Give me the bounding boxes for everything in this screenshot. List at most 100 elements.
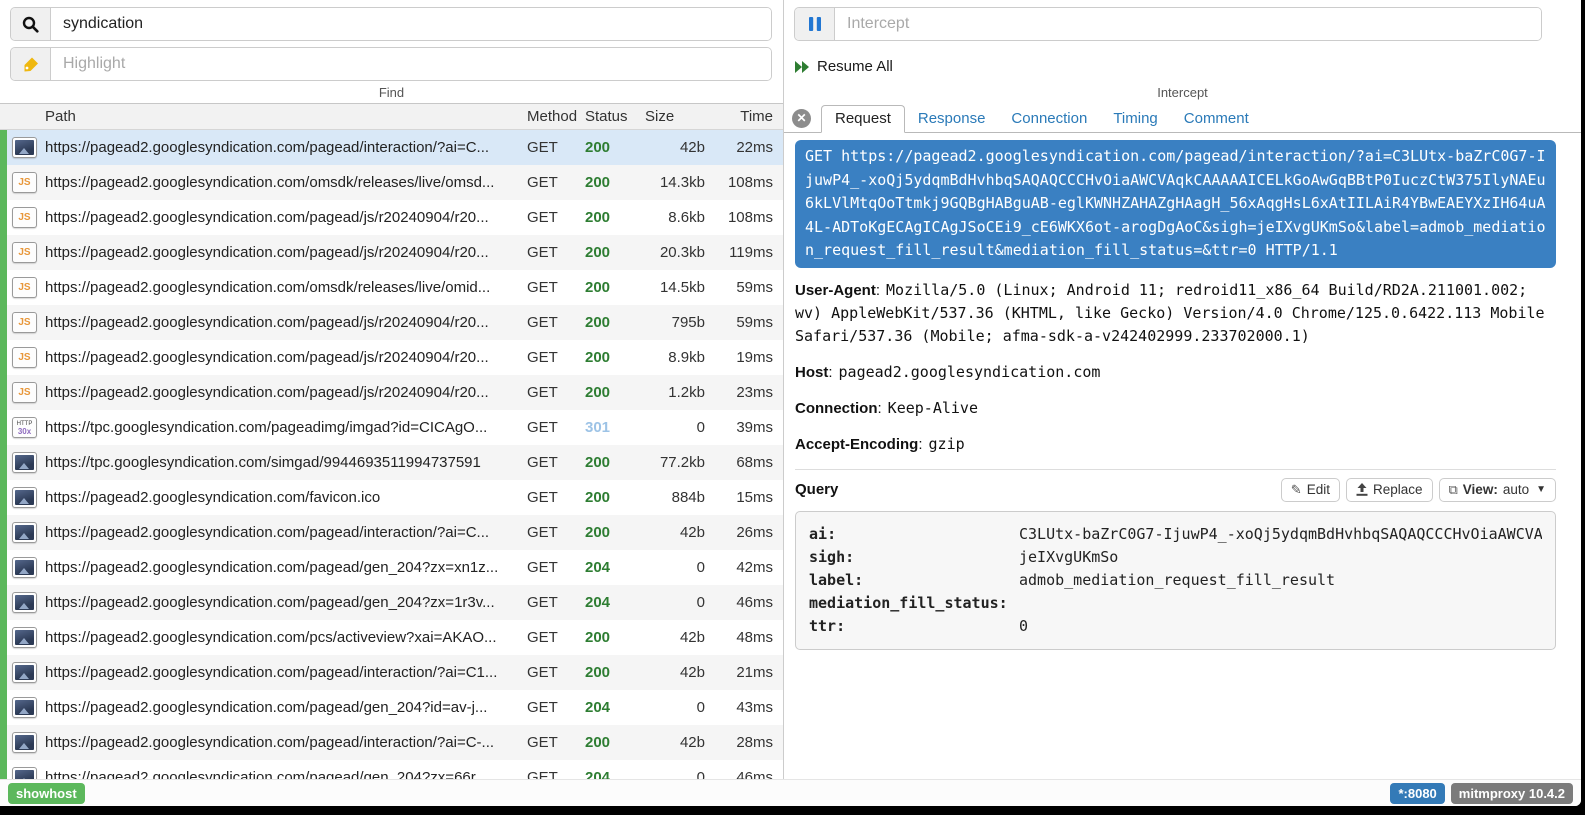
flow-time: 26ms (715, 524, 783, 541)
view-mode-button[interactable]: ⧉ View: auto ▼ (1439, 478, 1557, 502)
flow-status: 200 (585, 629, 643, 646)
resume-all-label: Resume All (817, 58, 893, 75)
column-header-time[interactable]: Time (715, 108, 783, 125)
column-header-size[interactable]: Size (643, 108, 715, 125)
resume-all-button[interactable]: Resume All (794, 58, 893, 75)
flow-row[interactable]: https://pagead2.googlesyndication.com/pa… (7, 760, 783, 779)
request-detail: GET https://pagead2.googlesyndication.co… (784, 133, 1581, 779)
flow-status: 200 (585, 279, 643, 296)
flow-method: GET (527, 699, 585, 716)
flow-row[interactable]: https://pagead2.googlesyndication.com/pa… (7, 340, 783, 375)
flow-size: 42b (643, 629, 715, 646)
flow-time: 108ms (715, 174, 783, 191)
request-header-row[interactable]: Accept-Encodinggzip (795, 433, 1556, 456)
request-header-row[interactable]: Hostpagead2.googlesyndication.com (795, 361, 1556, 384)
search-input-group (10, 7, 772, 41)
flow-status: 200 (585, 314, 643, 331)
intercept-input[interactable] (835, 8, 1541, 40)
flow-row[interactable]: https://pagead2.googlesyndication.com/pa… (7, 725, 783, 760)
query-param-row[interactable]: mediation_fill_status (809, 592, 1542, 615)
flow-path: https://tpc.googlesyndication.com/simgad… (45, 454, 527, 471)
flow-row[interactable]: https://pagead2.googlesyndication.com/pa… (7, 200, 783, 235)
flow-type-icon (12, 697, 37, 718)
flow-status: 200 (585, 244, 643, 261)
find-panel-label: Find (0, 85, 783, 100)
copy-icon: ⧉ (1449, 482, 1458, 498)
flow-size: 1.2kb (643, 384, 715, 401)
flow-row[interactable]: https://pagead2.googlesyndication.com/pa… (7, 375, 783, 410)
flow-method: GET (527, 244, 585, 261)
flow-size: 0 (643, 769, 715, 779)
detail-tab[interactable]: Timing (1100, 106, 1170, 132)
flow-list-panel: Path Method Status Size Time https://pag… (0, 103, 784, 779)
flow-status: 200 (585, 384, 643, 401)
pause-icon (795, 8, 835, 40)
query-param-row[interactable]: sigh jeIXvgUKmSo (809, 546, 1542, 569)
flow-path: https://pagead2.googlesyndication.com/fa… (45, 489, 527, 506)
flow-method: GET (527, 664, 585, 681)
flow-row[interactable]: https://pagead2.googlesyndication.com/pc… (7, 620, 783, 655)
edit-button[interactable]: ✎ Edit (1281, 478, 1340, 502)
intercept-input-group (794, 7, 1542, 41)
detail-tab[interactable]: Response (905, 106, 999, 132)
flow-size: 42b (643, 139, 715, 156)
query-param-key: ai (809, 523, 1019, 546)
detail-tab[interactable]: Comment (1171, 106, 1262, 132)
column-header-status[interactable]: Status (585, 108, 643, 125)
flow-status: 200 (585, 734, 643, 751)
flow-method: GET (527, 209, 585, 226)
flow-row[interactable]: https://pagead2.googlesyndication.com/pa… (7, 655, 783, 690)
flow-type-icon (12, 452, 37, 473)
fast-forward-icon (794, 60, 810, 74)
column-header-method[interactable]: Method (527, 108, 585, 125)
flow-row[interactable]: https://tpc.googlesyndication.com/pagead… (7, 410, 783, 445)
flow-path: https://pagead2.googlesyndication.com/om… (45, 174, 527, 191)
flow-path: https://pagead2.googlesyndication.com/pa… (45, 699, 527, 716)
flow-path: https://pagead2.googlesyndication.com/pa… (45, 734, 527, 751)
flow-type-icon (12, 242, 37, 263)
flow-row[interactable]: https://pagead2.googlesyndication.com/om… (7, 165, 783, 200)
flow-time: 46ms (715, 769, 783, 779)
request-header-row[interactable]: ConnectionKeep-Alive (795, 397, 1556, 420)
flow-row[interactable]: https://pagead2.googlesyndication.com/om… (7, 270, 783, 305)
flow-path: https://pagead2.googlesyndication.com/pa… (45, 384, 527, 401)
flow-time: 23ms (715, 384, 783, 401)
query-param-row[interactable]: ai C3LUtx-baZrC0G7-IjuwP4_-xoQj5ydqmBdHv… (809, 523, 1542, 546)
detail-tab[interactable]: Request (821, 105, 905, 133)
flow-time: 15ms (715, 489, 783, 506)
request-headers: User-AgentMozilla/5.0 (Linux; Android 11… (795, 279, 1556, 456)
flow-type-icon (12, 347, 37, 368)
flow-row[interactable]: https://pagead2.googlesyndication.com/pa… (7, 235, 783, 270)
flow-row[interactable]: https://pagead2.googlesyndication.com/pa… (7, 550, 783, 585)
flow-size: 77.2kb (643, 454, 715, 471)
detail-tab[interactable]: Connection (998, 106, 1100, 132)
close-icon[interactable]: ✕ (792, 109, 811, 128)
flow-time: 68ms (715, 454, 783, 471)
flow-row[interactable]: https://pagead2.googlesyndication.com/pa… (7, 585, 783, 620)
query-param-row[interactable]: label admob_mediation_request_fill_resul… (809, 569, 1542, 592)
search-input[interactable] (51, 8, 771, 40)
flow-path: https://pagead2.googlesyndication.com/pa… (45, 594, 527, 611)
flow-row[interactable]: https://pagead2.googlesyndication.com/pa… (7, 515, 783, 550)
flow-method: GET (527, 419, 585, 436)
flow-row[interactable]: https://pagead2.googlesyndication.com/pa… (7, 690, 783, 725)
flow-row[interactable]: https://pagead2.googlesyndication.com/pa… (7, 130, 783, 165)
flow-method: GET (527, 454, 585, 471)
request-header-row[interactable]: User-AgentMozilla/5.0 (Linux; Android 11… (795, 279, 1556, 348)
flow-status: 301 (585, 419, 643, 436)
flow-size: 795b (643, 314, 715, 331)
highlight-input[interactable] (51, 48, 771, 80)
column-header-path[interactable]: Path (45, 108, 527, 125)
flow-row[interactable]: https://pagead2.googlesyndication.com/fa… (7, 480, 783, 515)
query-param-row[interactable]: ttr 0 (809, 615, 1542, 638)
replace-button[interactable]: Replace (1346, 478, 1433, 502)
flow-type-icon (12, 487, 37, 508)
flow-row[interactable]: https://tpc.googlesyndication.com/simgad… (7, 445, 783, 480)
flow-row[interactable]: https://pagead2.googlesyndication.com/pa… (7, 305, 783, 340)
query-param-value: jeIXvgUKmSo (1019, 546, 1542, 569)
flow-size: 0 (643, 419, 715, 436)
flow-size: 42b (643, 524, 715, 541)
header-name: Host (795, 364, 833, 381)
request-line[interactable]: GET https://pagead2.googlesyndication.co… (795, 140, 1556, 268)
flow-method: GET (527, 314, 585, 331)
